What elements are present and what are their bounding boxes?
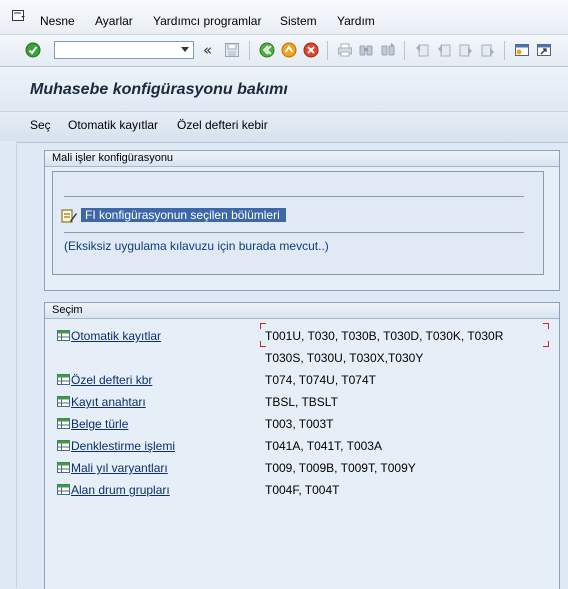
- standard-toolbar: «: [0, 35, 568, 67]
- selection-corner-marker: [543, 323, 549, 329]
- tables-belge-turle: T003, T003T: [265, 417, 334, 431]
- alan-durum-gruplari-link[interactable]: Alan drum grupları: [71, 483, 170, 497]
- cancel-icon[interactable]: [303, 42, 319, 58]
- otomatik-kayitlar-link[interactable]: Otomatik kayıtlar: [71, 329, 161, 343]
- table-maintenance-icon: [57, 330, 70, 341]
- last-page-icon[interactable]: [480, 42, 496, 58]
- enter-icon[interactable]: [25, 42, 41, 58]
- denklestirme-islemi-link[interactable]: Denklestirme işlemi: [71, 439, 175, 453]
- new-session-icon[interactable]: [514, 42, 530, 58]
- tables-otomatik-kayitlar-line2: T030S, T030U, T030X,T030Y: [265, 351, 424, 365]
- tables-kayit-anahtari: TBSL, TBSLT: [265, 395, 338, 409]
- selection-group: Seçim Otomatik kayıtlar T001U, T030, T03…: [44, 302, 560, 589]
- selection-corner-marker: [543, 341, 549, 347]
- print-icon[interactable]: [337, 42, 353, 58]
- first-page-icon[interactable]: [414, 42, 430, 58]
- ozel-defteri-kbr-link[interactable]: Özel defteri kbr: [71, 373, 152, 387]
- exit-icon[interactable]: [281, 42, 297, 58]
- fi-config-group: Mali işler konfigürasyonu FI konfigürasy…: [44, 150, 560, 291]
- double-chevron-left-icon[interactable]: «: [203, 41, 219, 59]
- tables-denklestirme-islemi: T041A, T041T, T003A: [265, 439, 382, 453]
- sec-button[interactable]: Seç: [30, 118, 51, 132]
- table-maintenance-icon: [57, 440, 70, 451]
- next-page-icon[interactable]: [458, 42, 474, 58]
- table-maintenance-icon: [57, 484, 70, 495]
- implementation-guide-hint[interactable]: (Eksiksiz uygulama kılavuzu için burada …: [64, 239, 329, 253]
- fi-config-sections-link[interactable]: FI konfigürasyonun seçilen bölümleri: [81, 208, 286, 222]
- find-icon[interactable]: [358, 42, 374, 58]
- tables-mali-yil-varyantlari: T009, T009B, T009T, T009Y: [265, 461, 416, 475]
- tables-ozel-defteri-kbr: T074, T074U, T074T: [265, 373, 376, 387]
- menu-icon[interactable]: [12, 10, 26, 22]
- divider: [64, 196, 524, 197]
- menu-bar: Nesne Ayarlar Yardımcı programlar Sistem…: [0, 0, 568, 35]
- page-title: Muhasebe konfigürasyonu bakımı: [30, 81, 288, 98]
- edit-document-icon: [61, 209, 77, 223]
- ozel-defteri-kebir-button[interactable]: Özel defteri kebir: [177, 118, 268, 132]
- belge-turle-link[interactable]: Belge türle: [71, 417, 128, 431]
- table-maintenance-icon: [57, 418, 70, 429]
- toolbar-separator: [404, 41, 405, 60]
- command-field[interactable]: [54, 41, 194, 59]
- title-bar: Muhasebe konfigürasyonu bakımı: [0, 67, 568, 111]
- back-icon[interactable]: [259, 42, 275, 58]
- menu-nesne[interactable]: Nesne: [40, 14, 75, 28]
- toolbar-separator: [504, 41, 505, 60]
- left-strip: [0, 141, 17, 588]
- toolbar-separator: [249, 41, 250, 60]
- tables-alan-durum-gruplari: T004F, T004T: [265, 483, 340, 497]
- otomatik-kayitlar-button[interactable]: Otomatik kayıtlar: [68, 118, 158, 132]
- find-next-icon[interactable]: [380, 42, 396, 58]
- menu-yardimci-programlar[interactable]: Yardımcı programlar: [153, 14, 261, 28]
- fi-config-inner-box: FI konfigürasyonun seçilen bölümleri (Ek…: [52, 171, 544, 275]
- mali-yil-varyantlari-link[interactable]: Mali yıl varyantları: [71, 461, 168, 475]
- table-maintenance-icon: [57, 462, 70, 473]
- kayit-anahtari-link[interactable]: Kayıt anahtarı: [71, 395, 146, 409]
- table-maintenance-icon: [57, 374, 70, 385]
- menu-yardim[interactable]: Yardım: [337, 14, 375, 28]
- table-maintenance-icon: [57, 396, 70, 407]
- divider: [64, 232, 524, 233]
- application-toolbar: Seç Otomatik kayıtlar Özel defteri kebir: [0, 111, 568, 143]
- shortcut-icon[interactable]: [536, 42, 552, 58]
- menu-sistem[interactable]: Sistem: [280, 14, 317, 28]
- tables-otomatik-kayitlar: T001U, T030, T030B, T030D, T030K, T030R: [265, 329, 504, 343]
- previous-page-icon[interactable]: [436, 42, 452, 58]
- save-icon[interactable]: [224, 42, 240, 58]
- chevron-down-icon[interactable]: [181, 47, 189, 52]
- toolbar-separator: [327, 41, 328, 60]
- fi-config-group-title: Mali işler konfigürasyonu: [45, 151, 559, 167]
- selection-group-title: Seçim: [45, 303, 559, 319]
- menu-ayarlar[interactable]: Ayarlar: [95, 14, 133, 28]
